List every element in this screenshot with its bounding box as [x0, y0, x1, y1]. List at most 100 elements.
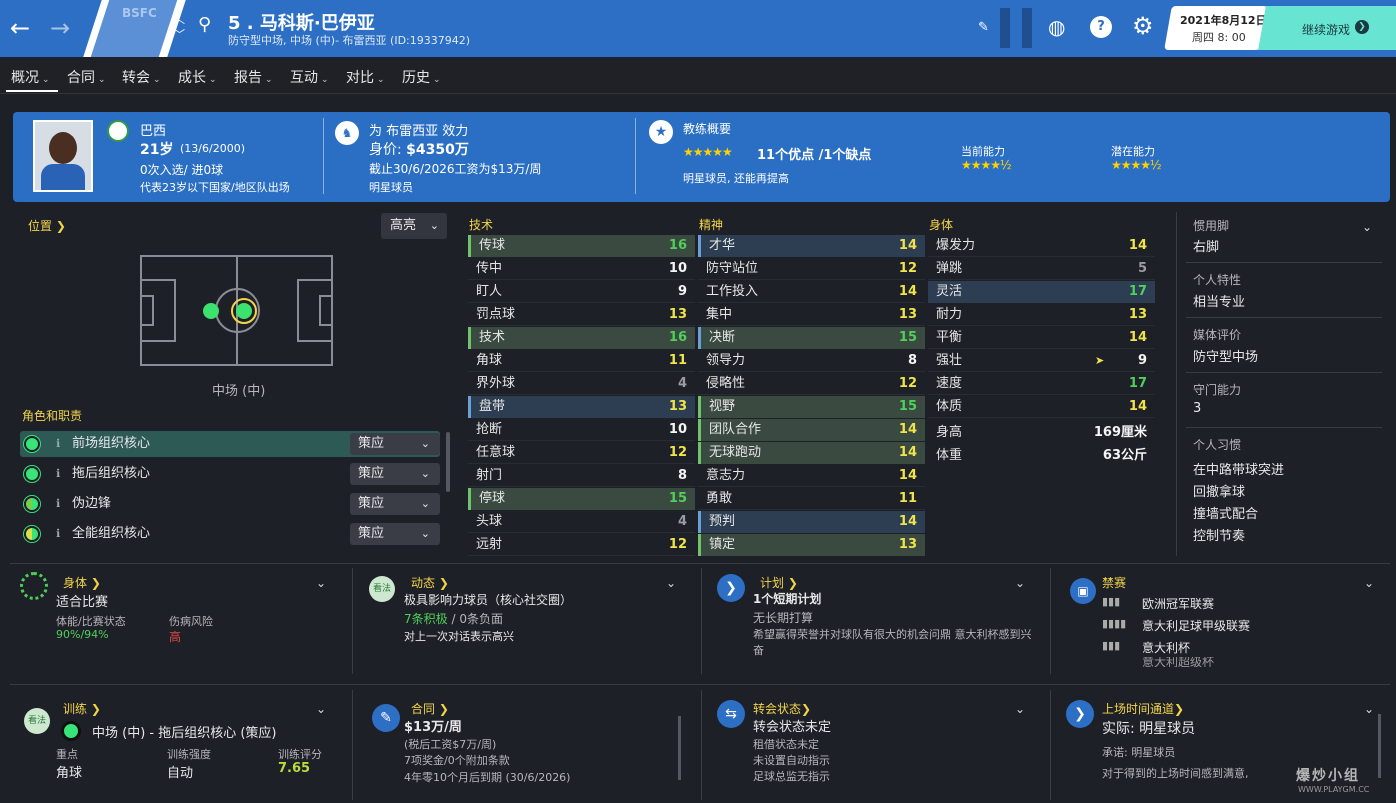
- duty-select[interactable]: 策应 ⌄: [350, 493, 440, 515]
- attribute-row[interactable]: 传球 16: [468, 235, 695, 257]
- menu-transfer[interactable]: 转会 ⌄: [122, 67, 161, 87]
- attribute-value: 9: [677, 284, 687, 299]
- duty-select[interactable]: 策应 ⌄: [350, 433, 440, 455]
- chevron-down-icon[interactable]: ⌄: [1364, 702, 1374, 716]
- attribute-row[interactable]: 界外球 4: [468, 373, 695, 395]
- transfer-swap-icon[interactable]: ⇆: [717, 700, 745, 728]
- attribute-row[interactable]: 意志力 14: [698, 465, 925, 487]
- playing-time-arrow-icon[interactable]: ❯: [1066, 700, 1094, 728]
- habit-item: 在中路带球突进: [1193, 463, 1285, 478]
- menu-development[interactable]: 成长 ⌄: [178, 67, 217, 87]
- attribute-row[interactable]: 射门 8: [468, 465, 695, 487]
- menu-reports[interactable]: 报告 ⌄: [234, 67, 273, 87]
- training-title[interactable]: 训练 ❯: [63, 700, 101, 717]
- attribute-row[interactable]: 角球 11: [468, 350, 695, 372]
- attribute-row[interactable]: 勇敢 11: [698, 488, 925, 510]
- attribute-row[interactable]: 罚点球 13: [468, 304, 695, 326]
- attribute-row[interactable]: 灵活 17: [928, 281, 1155, 303]
- chevron-down-icon[interactable]: ⌄: [1015, 702, 1025, 716]
- dynamics-title[interactable]: 动态 ❯: [411, 574, 449, 591]
- contract-scrollbar[interactable]: [678, 716, 681, 780]
- role-item[interactable]: ℹ 拖后组织核心 策应 ⌄: [20, 461, 440, 487]
- playing-time-title[interactable]: 上场时间通道❯: [1102, 700, 1184, 717]
- info-icon[interactable]: ℹ: [56, 491, 60, 517]
- attribute-row[interactable]: 耐力 13: [928, 304, 1155, 326]
- attribute-row[interactable]: 防守站位 12: [698, 258, 925, 280]
- back-arrow-icon[interactable]: ←: [6, 14, 34, 42]
- menu-contract[interactable]: 合同 ⌄: [67, 67, 106, 87]
- attribute-row[interactable]: 爆发力 14: [928, 235, 1155, 257]
- info-icon[interactable]: ℹ: [56, 461, 60, 487]
- transfer-title[interactable]: 转会状态❯: [753, 700, 811, 717]
- attribute-name: 工作投入: [706, 284, 759, 299]
- attribute-row[interactable]: 视野 15: [698, 396, 925, 418]
- role-item[interactable]: ℹ 全能组织核心 策应 ⌄: [20, 521, 440, 547]
- position-label[interactable]: 位置 ❯: [28, 217, 66, 234]
- roles-scrollbar[interactable]: [446, 432, 450, 492]
- menu-compare[interactable]: 对比 ⌄: [346, 67, 385, 87]
- chevron-down-icon[interactable]: ⌄: [1362, 220, 1372, 234]
- player-info-band: 巴西 21岁 (13/6/2000) 0次入选/ 进0球 代表23岁以下国家/地…: [13, 112, 1390, 202]
- player-switch-icon[interactable]: ︿ ﹀: [174, 12, 185, 42]
- help-icon[interactable]: ?: [1090, 16, 1112, 38]
- attribute-row[interactable]: 无球跑动 14: [698, 442, 925, 464]
- forward-arrow-icon[interactable]: →: [46, 14, 74, 42]
- attribute-row[interactable]: 速度 17: [928, 373, 1155, 395]
- chevron-down-icon[interactable]: ⌄: [316, 702, 326, 716]
- duty-select[interactable]: 策应 ⌄: [350, 463, 440, 485]
- contract-title[interactable]: 合同 ❯: [411, 700, 449, 717]
- attribute-row[interactable]: 侵略性 12: [698, 373, 925, 395]
- search-icon[interactable]: ⚲: [198, 14, 211, 35]
- chevron-down-icon[interactable]: ⌄: [666, 576, 676, 590]
- role-item[interactable]: ℹ 前场组织核心 策应 ⌄: [20, 431, 440, 457]
- ban-item: 欧洲冠军联赛: [1142, 597, 1215, 611]
- contract-tax: (税后工资$7万/周): [404, 738, 497, 751]
- attribute-row[interactable]: 团队合作 14: [698, 419, 925, 441]
- age: 21岁: [140, 142, 174, 158]
- attribute-row[interactable]: 弹跳 5: [928, 258, 1155, 280]
- chevron-down-icon[interactable]: ⌄: [316, 576, 326, 590]
- attribute-row[interactable]: 停球 15: [468, 488, 695, 510]
- contract-pencil-icon[interactable]: ✎: [372, 704, 400, 732]
- plan-arrow-icon[interactable]: ❯: [717, 574, 745, 602]
- role-item[interactable]: ℹ 伪边锋 策应 ⌄: [20, 491, 440, 517]
- fitness-title[interactable]: 身体 ❯: [63, 574, 101, 591]
- attribute-row[interactable]: 领导力 8: [698, 350, 925, 372]
- attribute-row[interactable]: 抢断 10: [468, 419, 695, 441]
- menu-overview[interactable]: 概况 ⌄: [11, 67, 50, 87]
- attribute-row[interactable]: 远射 12: [468, 534, 695, 556]
- playing-time-scrollbar[interactable]: [1378, 714, 1381, 778]
- edit-pencil-icon[interactable]: ✎: [978, 20, 989, 35]
- menu-history[interactable]: 历史 ⌄: [402, 67, 441, 87]
- attribute-name: 传中: [476, 261, 503, 276]
- attribute-row[interactable]: 工作投入 14: [698, 281, 925, 303]
- attribute-row[interactable]: 才华 14: [698, 235, 925, 257]
- attribute-row[interactable]: 盘带 13: [468, 396, 695, 418]
- info-icon[interactable]: ℹ: [56, 521, 60, 547]
- duty-select[interactable]: 策应 ⌄: [350, 523, 440, 545]
- attribute-row[interactable]: 任意球 12: [468, 442, 695, 464]
- chevron-down-icon[interactable]: ⌄: [1364, 576, 1374, 590]
- attribute-name: 抢断: [476, 422, 503, 437]
- attribute-row[interactable]: 体质 14: [928, 396, 1155, 418]
- attribute-name: 侵略性: [706, 376, 746, 391]
- attribute-value: 14: [1128, 238, 1147, 253]
- globe-icon[interactable]: ◍: [1048, 15, 1065, 39]
- menu-interaction[interactable]: 互动 ⌄: [290, 67, 329, 87]
- gear-icon[interactable]: ⚙: [1132, 12, 1154, 40]
- attribute-row[interactable]: 头球 4: [468, 511, 695, 533]
- attribute-row[interactable]: 传中 10: [468, 258, 695, 280]
- role-name: 全能组织核心: [72, 526, 151, 541]
- chevron-down-icon[interactable]: ⌄: [1015, 576, 1025, 590]
- attribute-row[interactable]: 决断 15: [698, 327, 925, 349]
- attribute-row[interactable]: 预判 14: [698, 511, 925, 533]
- attribute-row[interactable]: 集中 13: [698, 304, 925, 326]
- attribute-row[interactable]: 盯人 9: [468, 281, 695, 303]
- attribute-row[interactable]: 平衡 14: [928, 327, 1155, 349]
- info-icon[interactable]: ℹ: [56, 431, 60, 457]
- attribute-row[interactable]: 镇定 13: [698, 534, 925, 556]
- highlight-select[interactable]: 高亮 ⌄: [381, 213, 447, 239]
- attribute-row[interactable]: 技术 16: [468, 327, 695, 349]
- attribute-row[interactable]: 强壮 9: [928, 350, 1155, 372]
- plan-title[interactable]: 计划 ❯: [760, 574, 798, 591]
